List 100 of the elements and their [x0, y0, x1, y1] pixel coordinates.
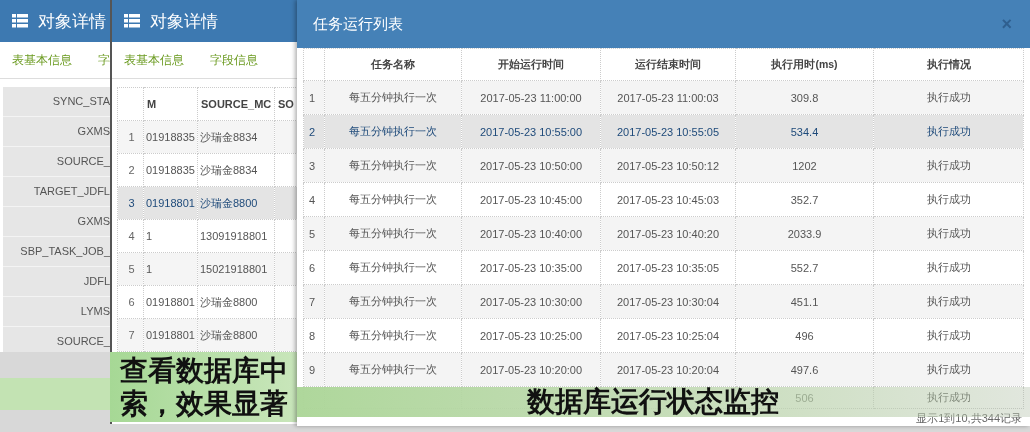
- panel-title: 对象详情: [150, 10, 218, 33]
- row-number: 9: [303, 352, 325, 387]
- row-number: 2: [117, 153, 144, 187]
- row-number: 8: [303, 318, 325, 353]
- column-header: 执行情况: [873, 48, 1024, 81]
- row-number: 5: [117, 252, 144, 286]
- table-row[interactable]: 9 每五分钟执行一次 2017-05-23 10:20:00 2017-05-23 10:20:04 497.6 执行成功: [303, 352, 1024, 387]
- row-number: 3: [117, 186, 144, 220]
- column-header: 执行用时(ms): [735, 48, 874, 81]
- table-cell: 2017-05-23 10:55:00: [461, 114, 601, 149]
- table-cell: 每五分钟执行一次: [324, 182, 462, 217]
- table-row[interactable]: 4 每五分钟执行一次 2017-05-23 10:45:00 2017-05-23 10:45:03 352.7 执行成功: [303, 182, 1024, 217]
- row-number: 1: [117, 120, 144, 154]
- table-cell: 沙瑞金8800: [197, 186, 275, 220]
- table-cell: 01918835: [143, 120, 198, 154]
- table-cell: 352.7: [735, 182, 874, 217]
- table-cell: 2017-05-23 11:00:03: [600, 80, 736, 115]
- row-number: 7: [117, 318, 144, 352]
- table-cell: 执行成功: [873, 80, 1024, 115]
- table-cell: 15021918801: [197, 252, 275, 286]
- table-cell: 2017-05-23 10:40:00: [461, 216, 601, 251]
- table-cell: 执行成功: [873, 352, 1024, 387]
- table-cell: 1202: [735, 148, 874, 183]
- pagination-text: 显示1到10,共344记录: [916, 412, 1022, 424]
- table-cell: 每五分钟执行一次: [324, 250, 462, 285]
- table-cell: 2017-05-23 10:20:04: [600, 352, 736, 387]
- table-cell: 沙瑞金8800: [197, 285, 275, 319]
- table-cell: 309.8: [735, 80, 874, 115]
- row-number: 1: [303, 80, 325, 115]
- caption-text: 查看数据库中: [120, 354, 289, 387]
- column-header: 运行结束时间: [600, 48, 736, 81]
- table-cell: 2017-05-23 10:50:00: [461, 148, 601, 183]
- table-cell: 2017-05-23 10:25:00: [461, 318, 601, 353]
- table-cell: 每五分钟执行一次: [324, 284, 462, 319]
- table-cell: 552.7: [735, 250, 874, 285]
- table-cell: 2017-05-23 10:30:00: [461, 284, 601, 319]
- row-number: 6: [117, 285, 144, 319]
- table-cell: 每五分钟执行一次: [324, 318, 462, 353]
- list-icon: [124, 14, 140, 28]
- table-cell: 每五分钟执行一次: [324, 114, 462, 149]
- table-cell: 执行成功: [873, 284, 1024, 319]
- dialog-title: 任务运行列表: [313, 14, 403, 34]
- table-cell: 01918801: [143, 186, 198, 220]
- table-cell: 2017-05-23 10:45:00: [461, 182, 601, 217]
- table-cell: 每五分钟执行一次: [324, 216, 462, 251]
- table-cell: 496: [735, 318, 874, 353]
- table-cell: 2033.9: [735, 216, 874, 251]
- table-cell: 497.6: [735, 352, 874, 387]
- row-number: 4: [117, 219, 144, 253]
- column-header: 任务名称: [324, 48, 462, 81]
- row-number: 2: [303, 114, 325, 149]
- table-cell: 执行成功: [873, 250, 1024, 285]
- tab[interactable]: 表基本信息: [0, 42, 86, 78]
- row-number: 6: [303, 250, 325, 285]
- tab[interactable]: 字段信息: [198, 42, 272, 78]
- table-cell: 沙瑞金8834: [197, 153, 275, 187]
- table-cell: 执行成功: [873, 318, 1024, 353]
- column-header: SOURCE_MC: [197, 87, 275, 121]
- table-row[interactable]: 2 每五分钟执行一次 2017-05-23 10:55:00 2017-05-23 10:55:05 534.4 执行成功: [303, 114, 1024, 149]
- table-row[interactable]: 5 每五分钟执行一次 2017-05-23 10:40:00 2017-05-23 10:40:20 2033.9 执行成功: [303, 216, 1024, 251]
- table-row[interactable]: 8 每五分钟执行一次 2017-05-23 10:25:00 2017-05-23 10:25:04 496 执行成功: [303, 318, 1024, 353]
- table-cell: 执行成功: [873, 114, 1024, 149]
- table-cell: 2017-05-23 11:00:00: [461, 80, 601, 115]
- table-cell: 执行成功: [873, 182, 1024, 217]
- table-cell: 2017-05-23 10:55:05: [600, 114, 736, 149]
- table-row[interactable]: 3 每五分钟执行一次 2017-05-23 10:50:00 2017-05-23 10:50:12 1202 执行成功: [303, 148, 1024, 183]
- table-cell: 执行成功: [873, 148, 1024, 183]
- table-cell: 01918801: [143, 285, 198, 319]
- table-cell: 执行成功: [873, 216, 1024, 251]
- table-cell: 2017-05-23 10:30:04: [600, 284, 736, 319]
- table-cell: 534.4: [735, 114, 874, 149]
- table-cell: 每五分钟执行一次: [324, 352, 462, 387]
- tab[interactable]: 表基本信息: [112, 42, 198, 78]
- caption-text: 数据库运行状态监控: [527, 385, 779, 419]
- table-cell: 2017-05-23 10:25:04: [600, 318, 736, 353]
- tab[interactable]: 字: [86, 42, 112, 78]
- table-cell: 2017-05-23 10:50:12: [600, 148, 736, 183]
- row-number: 4: [303, 182, 325, 217]
- table-row[interactable]: 7 每五分钟执行一次 2017-05-23 10:30:00 2017-05-23 10:30:04 451.1 执行成功: [303, 284, 1024, 319]
- table-cell: 每五分钟执行一次: [324, 148, 462, 183]
- table-cell: 13091918801: [197, 219, 275, 253]
- table-row[interactable]: 1 每五分钟执行一次 2017-05-23 11:00:00 2017-05-23 11:00:03 309.8 执行成功: [303, 80, 1024, 115]
- table-cell: 01918801: [143, 318, 198, 352]
- row-number: 5: [303, 216, 325, 251]
- table-cell: 2017-05-23 10:35:05: [600, 250, 736, 285]
- list-icon: [12, 14, 28, 28]
- table-row[interactable]: 5 1 15021918801: [117, 252, 298, 286]
- table-cell: 2017-05-23 10:40:20: [600, 216, 736, 251]
- row-number: 7: [303, 284, 325, 319]
- table-cell: 1: [143, 252, 198, 286]
- table-row[interactable]: 6 每五分钟执行一次 2017-05-23 10:35:00 2017-05-23 10:35:05 552.7 执行成功: [303, 250, 1024, 285]
- table-cell: 沙瑞金8800: [197, 318, 275, 352]
- table-cell: 每五分钟执行一次: [324, 80, 462, 115]
- panel-title: 对象详情: [38, 10, 106, 33]
- column-header: M: [143, 87, 198, 121]
- caption-text: 索，效果显著: [120, 387, 289, 420]
- table-cell: 01918835: [143, 153, 198, 187]
- table-cell: 2017-05-23 10:35:00: [461, 250, 601, 285]
- table-cell: 2017-05-23 10:45:03: [600, 182, 736, 217]
- table-cell: 1: [143, 219, 198, 253]
